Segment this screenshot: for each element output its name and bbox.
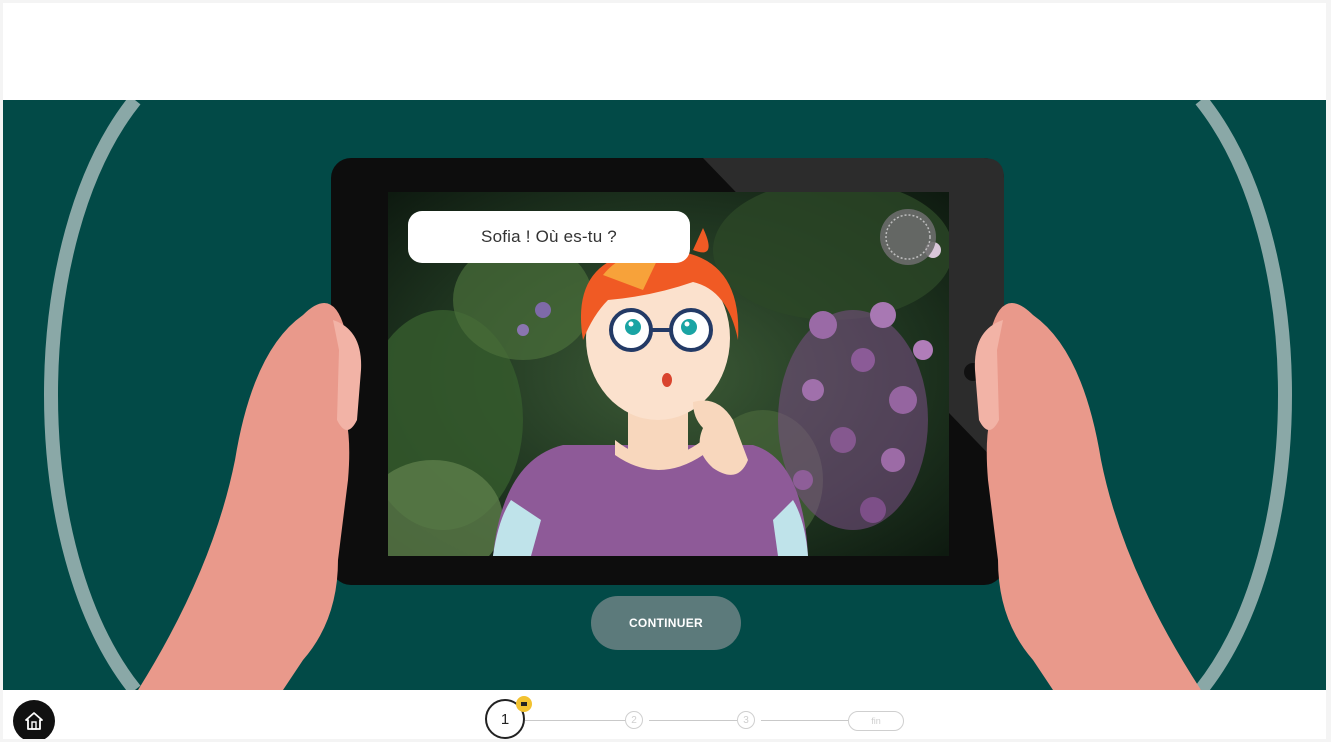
progress-step-label: 1 (500, 710, 510, 728)
bottom-bar: 1 2 3 fin (3, 690, 1326, 739)
progress-step-label: 2 (631, 714, 637, 726)
progress-line (649, 720, 737, 721)
left-hand (138, 303, 350, 690)
game-stage: Sofia ! Où es-tu ? CONTINUER (3, 100, 1326, 690)
app-frame: Sofia ! Où es-tu ? CONTINUER 1 2 3 fin (3, 3, 1326, 739)
speech-bubble: Sofia ! Où es-tu ? (408, 211, 690, 263)
continue-button[interactable]: CONTINUER (591, 596, 741, 650)
right-hand (986, 303, 1201, 690)
speech-text: Sofia ! Où es-tu ? (481, 227, 617, 246)
progress-step-2[interactable]: 2 (625, 711, 643, 729)
progress-line (525, 720, 625, 721)
progress-step-end[interactable]: fin (848, 711, 904, 731)
right-arc (1195, 100, 1292, 690)
top-bar (3, 3, 1326, 100)
progress-end-label: fin (871, 716, 881, 726)
progress-step-3[interactable]: 3 (737, 711, 755, 729)
progress-tracker: 1 2 3 fin (3, 690, 1326, 739)
progress-step-label: 3 (743, 714, 749, 726)
left-arc (44, 100, 141, 690)
progress-line (761, 720, 848, 721)
star-badge-icon (516, 696, 532, 712)
round-stamp-icon (880, 209, 936, 265)
